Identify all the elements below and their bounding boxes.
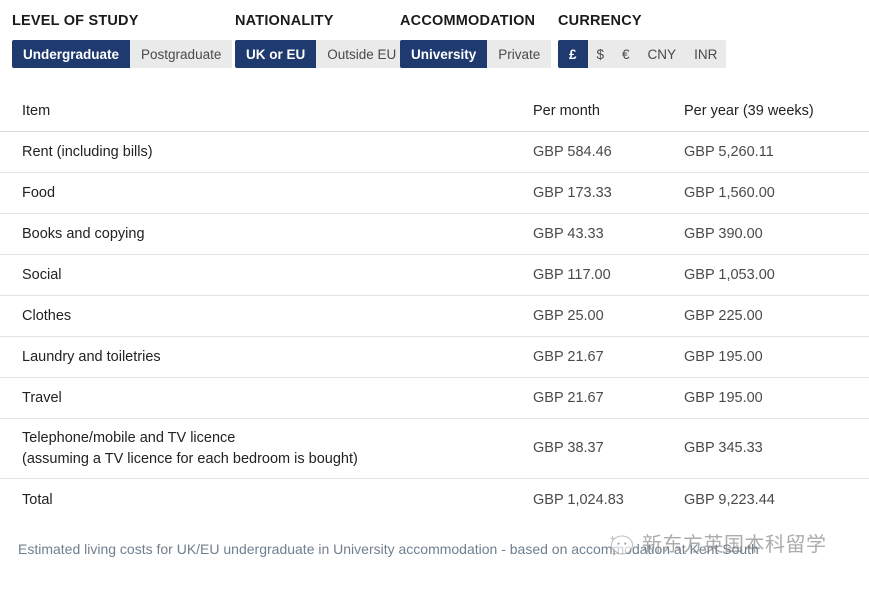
filter-label-accommodation: ACCOMMODATION	[400, 13, 536, 29]
cell-per-year: GBP 1,053.00	[684, 266, 775, 283]
segment-uk-or-eu[interactable]: UK or EU	[235, 40, 317, 68]
cell-item: Telephone/mobile and TV licence (assumin…	[22, 428, 533, 470]
cell-per-month: GBP 21.67	[533, 389, 604, 406]
cell-per-year: GBP 195.00	[684, 348, 763, 365]
segment-currency-usd[interactable]: $	[587, 40, 614, 68]
cell-total-per-month: GBP 1,024.83	[533, 491, 624, 508]
cell-per-year: GBP 390.00	[684, 225, 763, 242]
cell-item-note: (assuming a TV licence for each bedroom …	[22, 450, 358, 467]
cell-per-month: GBP 584.46	[533, 143, 612, 160]
table-header-row: Item Per month Per year (39 weeks)	[0, 92, 869, 132]
cell-per-year: GBP 5,260.11	[684, 143, 774, 160]
table-footnote: Estimated living costs for UK/EU undergr…	[18, 541, 759, 557]
living-costs-table: Item Per month Per year (39 weeks) Rent …	[0, 92, 869, 521]
cell-item: Clothes	[22, 307, 72, 324]
cell-per-month: GBP 25.00	[533, 307, 604, 324]
filter-toolbar: LEVEL OF STUDY Undergraduate Postgraduat…	[0, 0, 869, 84]
cell-item: Social	[22, 266, 62, 283]
cell-per-month: GBP 21.67	[533, 348, 604, 365]
cell-item: Laundry and toiletries	[22, 348, 161, 365]
segmented-control-currency: £ $ € CNY INR	[558, 40, 727, 68]
segment-private[interactable]: Private	[487, 40, 552, 68]
table-row: Travel GBP 21.67 GBP 195.00	[0, 378, 869, 419]
segment-outside-eu[interactable]: Outside EU	[316, 40, 408, 68]
filter-label-level-of-study: LEVEL OF STUDY	[12, 13, 139, 29]
segment-university[interactable]: University	[400, 40, 488, 68]
filter-group-currency: CURRENCY £ $ € CNY INR	[558, 12, 727, 68]
cell-item: Travel	[22, 389, 62, 406]
cell-per-year: GBP 225.00	[684, 307, 763, 324]
filter-group-accommodation: ACCOMMODATION University Private	[400, 12, 552, 68]
table-row: Telephone/mobile and TV licence (assumin…	[0, 419, 869, 479]
segmented-control-level-of-study: Undergraduate Postgraduate	[12, 40, 233, 68]
segment-currency-inr[interactable]: INR	[685, 40, 727, 68]
cell-total-per-year: GBP 9,223.44	[684, 491, 775, 508]
cell-total-label: Total	[22, 491, 53, 508]
column-header-per-month: Per month	[533, 103, 600, 119]
cell-per-month: GBP 173.33	[533, 184, 612, 201]
cell-per-year: GBP 1,560.00	[684, 184, 775, 201]
column-header-item: Item	[22, 103, 51, 119]
filter-group-level-of-study: LEVEL OF STUDY Undergraduate Postgraduat…	[12, 12, 233, 68]
cell-item: Rent (including bills)	[22, 143, 153, 160]
table-row: Clothes GBP 25.00 GBP 225.00	[0, 296, 869, 337]
table-row: Food GBP 173.33 GBP 1,560.00	[0, 173, 869, 214]
segment-postgraduate[interactable]: Postgraduate	[130, 40, 233, 68]
segmented-control-accommodation: University Private	[400, 40, 552, 68]
cell-per-month: GBP 117.00	[533, 266, 611, 283]
filter-label-nationality: NATIONALITY	[235, 13, 334, 29]
table-row: Rent (including bills) GBP 584.46 GBP 5,…	[0, 132, 869, 173]
segmented-control-nationality: UK or EU Outside EU	[235, 40, 408, 68]
filter-group-nationality: NATIONALITY UK or EU Outside EU	[235, 12, 408, 68]
table-total-row: Total GBP 1,024.83 GBP 9,223.44	[0, 479, 869, 521]
table-row: Social GBP 117.00 GBP 1,053.00	[0, 255, 869, 296]
cell-item: Food	[22, 184, 56, 201]
segment-currency-gbp[interactable]: £	[558, 40, 588, 68]
cell-per-month: GBP 38.37	[533, 440, 604, 456]
filter-label-currency: CURRENCY	[558, 13, 642, 29]
cell-per-year: GBP 345.33	[684, 440, 763, 456]
table-row: Laundry and toiletries GBP 21.67 GBP 195…	[0, 337, 869, 378]
cell-per-month: GBP 43.33	[533, 225, 604, 242]
table-row: Books and copying GBP 43.33 GBP 390.00	[0, 214, 869, 255]
column-header-per-year: Per year (39 weeks)	[684, 103, 814, 119]
cell-per-year: GBP 195.00	[684, 389, 763, 406]
cell-item: Books and copying	[22, 225, 145, 242]
segment-undergraduate[interactable]: Undergraduate	[12, 40, 131, 68]
segment-currency-cny[interactable]: CNY	[638, 40, 686, 68]
cell-item-title: Telephone/mobile and TV licence	[22, 429, 236, 446]
segment-currency-eur[interactable]: €	[613, 40, 639, 68]
